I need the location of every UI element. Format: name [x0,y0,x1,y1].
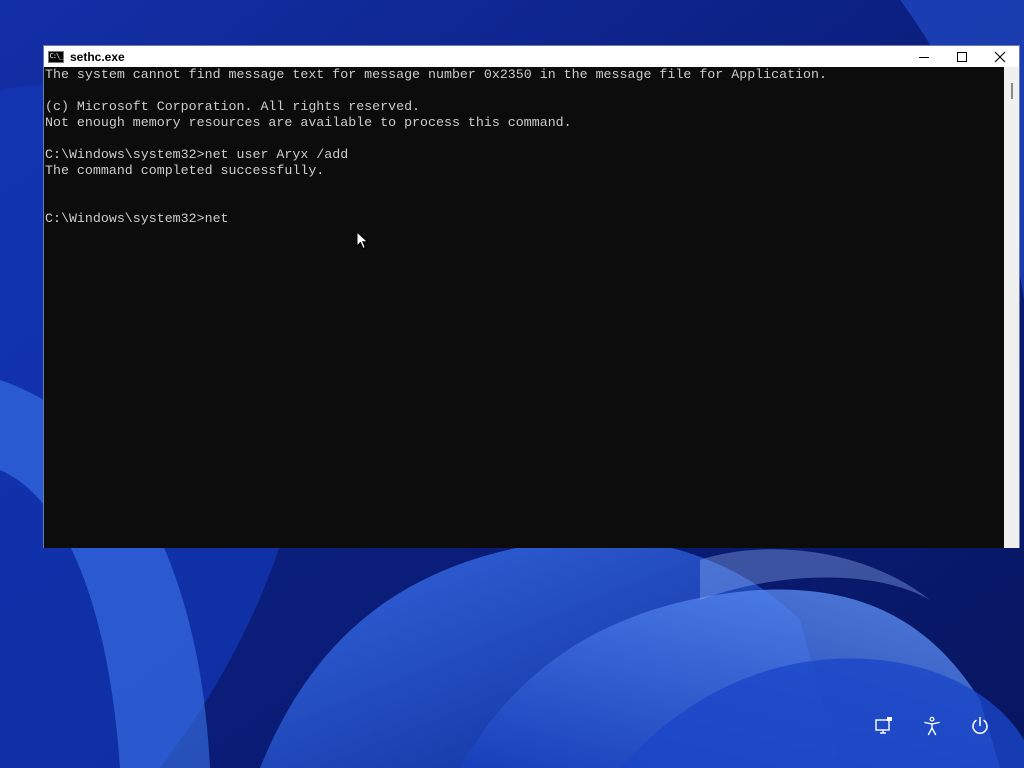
title-bar[interactable]: C:\_ sethc.exe [44,46,1019,67]
accessibility-icon [924,716,940,736]
console-window[interactable]: C:\_ sethc.exe The system cannot find me… [43,45,1020,548]
maximize-button[interactable] [943,46,981,67]
console-line: C:\Windows\system32>net user Aryx /add [45,147,349,162]
vertical-scrollbar[interactable] [1004,67,1019,548]
console-line: C:\Windows\system32>net [45,211,229,226]
close-button[interactable] [981,46,1019,67]
console-app-icon-glyph: C:\_ [49,52,64,60]
console-line: The command completed successfully. [45,163,325,178]
mouse-cursor-icon [356,231,369,250]
console-line: Not enough memory resources are availabl… [45,115,572,130]
console-line: (c) Microsoft Corporation. All rights re… [45,99,421,114]
accessibility-button[interactable] [918,712,946,740]
power-button[interactable] [966,712,994,740]
console-line: The system cannot find message text for … [45,67,827,82]
minimize-icon [919,56,929,58]
console-output[interactable]: The system cannot find message text for … [44,67,1004,548]
window-title: sethc.exe [70,49,125,64]
network-button[interactable] [870,712,898,740]
maximize-icon [957,51,967,62]
scrollbar-thumb[interactable] [1011,83,1013,99]
close-icon [994,51,1006,62]
power-icon [972,716,988,734]
console-app-icon[interactable]: C:\_ [48,50,64,63]
network-icon [875,717,892,734]
minimize-button[interactable] [905,46,943,67]
